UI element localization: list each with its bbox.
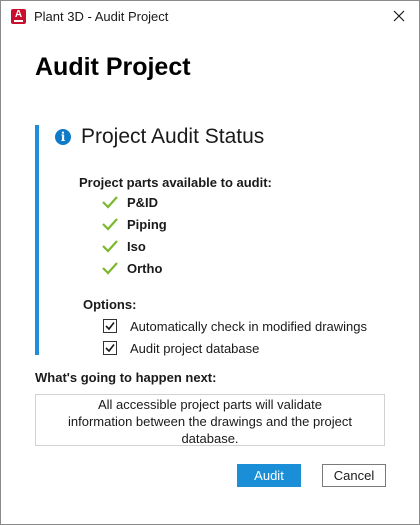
checkbox-check-icon: [105, 344, 115, 353]
cancel-button[interactable]: Cancel: [322, 464, 386, 487]
close-icon: [393, 10, 405, 22]
parts-label: Project parts available to audit:: [79, 175, 272, 190]
part-item-pid: P&ID: [101, 193, 158, 211]
description-line: information between the drawings and the…: [67, 414, 352, 429]
window-title: Plant 3D - Audit Project: [34, 9, 169, 24]
autocad-app-icon: A: [11, 9, 26, 24]
audit-project-dialog: A Plant 3D - Audit Project Audit Project…: [0, 0, 420, 525]
check-icon: [102, 196, 118, 209]
option-label: Audit project database: [130, 340, 260, 356]
next-steps-label: What's going to happen next:: [35, 370, 217, 385]
next-steps-description: All accessible project parts will valida…: [35, 394, 385, 446]
part-item-iso: Iso: [101, 237, 146, 255]
close-button[interactable]: [379, 1, 419, 31]
audit-database-checkbox[interactable]: [103, 341, 117, 355]
checkbox-check-icon: [105, 322, 115, 331]
part-name: Iso: [127, 238, 146, 254]
info-icon: i: [55, 129, 71, 145]
title-bar: A Plant 3D - Audit Project: [1, 1, 419, 31]
part-name: Piping: [127, 216, 167, 232]
check-icon: [102, 262, 118, 275]
check-icon: [102, 240, 118, 253]
page-title: Audit Project: [35, 53, 191, 81]
part-item-piping: Piping: [101, 215, 167, 233]
option-label: Automatically check in modified drawings: [130, 318, 367, 334]
options-label: Options:: [83, 297, 137, 312]
part-item-ortho: Ortho: [101, 259, 162, 277]
option-auto-check-in[interactable]: Automatically check in modified drawings: [103, 317, 367, 335]
audit-button[interactable]: Audit: [237, 464, 301, 487]
audit-status-panel: i Project Audit Status Project parts ava…: [35, 125, 399, 357]
option-audit-database[interactable]: Audit project database: [103, 339, 259, 357]
description-line: database.: [181, 431, 239, 446]
part-name: P&ID: [127, 194, 159, 210]
part-name: Ortho: [127, 260, 163, 276]
check-icon: [102, 218, 118, 231]
panel-title: Project Audit Status: [81, 125, 265, 148]
description-line: All accessible project parts will valida…: [98, 397, 322, 412]
auto-check-in-checkbox[interactable]: [103, 319, 117, 333]
